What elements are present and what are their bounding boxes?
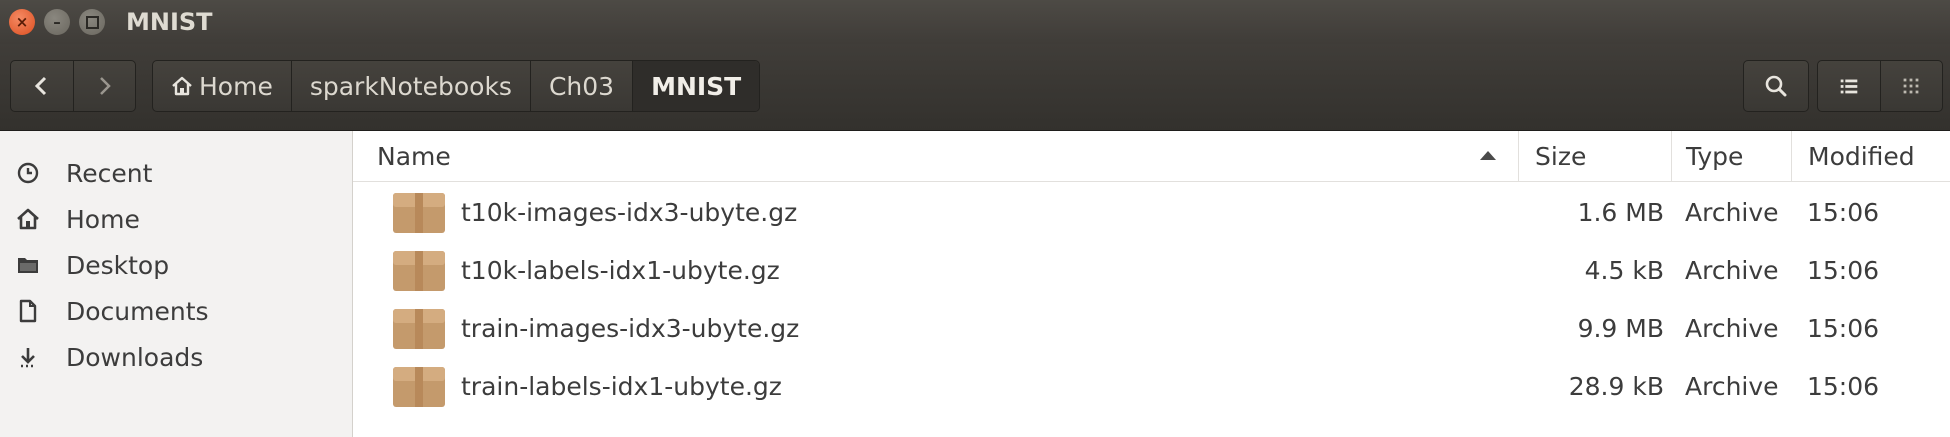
sidebar-item-label: Home xyxy=(66,204,140,234)
back-button[interactable] xyxy=(11,61,74,111)
list-view-icon xyxy=(1840,79,1858,94)
column-header-label: Name xyxy=(377,141,451,171)
breadcrumb-home[interactable]: Home xyxy=(153,61,292,111)
sidebar-item-desktop[interactable]: Desktop xyxy=(0,241,352,289)
file-type: Archive xyxy=(1685,313,1779,343)
document-icon xyxy=(14,297,42,325)
search-icon xyxy=(1765,75,1787,97)
breadcrumb-ch03[interactable]: Ch03 xyxy=(531,61,634,111)
file-modified: 15:06 xyxy=(1807,255,1880,285)
search-button[interactable] xyxy=(1743,60,1809,112)
file-manager-window: × – MNIST Home sparkNotebooks Ch03 MNIST… xyxy=(0,0,1950,437)
sidebar-item-label: Downloads xyxy=(66,342,204,372)
sidebar-item-label: Documents xyxy=(66,296,209,326)
sort-ascending-icon xyxy=(1480,151,1496,160)
file-size: 1.6 MB xyxy=(1577,197,1664,227)
maximize-icon xyxy=(85,15,99,29)
archive-icon xyxy=(393,193,445,233)
home-icon xyxy=(14,205,42,233)
breadcrumb-mnist[interactable]: MNIST xyxy=(633,61,760,111)
column-header-name[interactable]: Name xyxy=(353,131,1518,181)
file-name: train-images-idx3-ubyte.gz xyxy=(461,313,800,343)
window-title: MNIST xyxy=(126,8,213,36)
chevron-right-icon xyxy=(100,77,111,95)
minimize-window-button[interactable]: – xyxy=(44,9,70,35)
sidebar-item-label: Desktop xyxy=(66,250,170,280)
archive-icon xyxy=(393,367,445,407)
column-header: Name Size Type Modified xyxy=(353,131,1950,182)
archive-icon xyxy=(393,309,445,349)
table-row[interactable]: train-labels-idx1-ubyte.gz 28.9 kB Archi… xyxy=(353,357,1950,415)
column-header-modified[interactable]: Modified xyxy=(1791,131,1950,181)
minimize-icon: – xyxy=(53,13,61,31)
file-modified: 15:06 xyxy=(1807,313,1880,343)
file-type: Archive xyxy=(1685,255,1779,285)
clock-icon xyxy=(14,159,42,187)
table-row[interactable]: t10k-labels-idx1-ubyte.gz 4.5 kB Archive… xyxy=(353,241,1950,299)
toolbar: Home sparkNotebooks Ch03 MNIST xyxy=(0,44,1950,131)
sidebar-item-documents[interactable]: Documents xyxy=(0,287,352,335)
file-type: Archive xyxy=(1685,197,1779,227)
list-view-button[interactable] xyxy=(1818,61,1881,111)
download-icon xyxy=(14,343,42,371)
column-header-size[interactable]: Size xyxy=(1518,131,1671,181)
file-size: 28.9 kB xyxy=(1568,371,1664,401)
file-size: 4.5 kB xyxy=(1584,255,1664,285)
grid-view-button[interactable] xyxy=(1880,61,1942,111)
archive-icon xyxy=(393,251,445,291)
file-modified: 15:06 xyxy=(1807,197,1880,227)
grid-view-icon xyxy=(1903,78,1919,94)
sidebar-item-home[interactable]: Home xyxy=(0,195,352,243)
maximize-window-button[interactable] xyxy=(79,9,105,35)
file-type: Archive xyxy=(1685,371,1779,401)
column-header-type[interactable]: Type xyxy=(1671,131,1791,181)
view-mode-buttons xyxy=(1817,60,1943,112)
file-size: 9.9 MB xyxy=(1577,313,1664,343)
breadcrumb-sparknotebooks[interactable]: sparkNotebooks xyxy=(292,61,531,111)
table-row[interactable]: t10k-images-idx3-ubyte.gz 1.6 MB Archive… xyxy=(353,183,1950,241)
file-list: Name Size Type Modified t10k-images-idx3… xyxy=(353,131,1950,437)
sidebar: Recent Home Desktop Documents Downloads xyxy=(0,131,353,437)
close-icon: × xyxy=(15,13,29,31)
folder-icon xyxy=(14,251,42,279)
table-row[interactable]: train-images-idx3-ubyte.gz 9.9 MB Archiv… xyxy=(353,299,1950,357)
breadcrumb-label: Home xyxy=(199,71,273,101)
file-modified: 15:06 xyxy=(1807,371,1880,401)
file-name: t10k-labels-idx1-ubyte.gz xyxy=(461,255,780,285)
sidebar-item-downloads[interactable]: Downloads xyxy=(0,333,352,381)
navigation-buttons xyxy=(10,60,136,112)
title-bar: × – MNIST xyxy=(0,0,1950,44)
breadcrumb: Home sparkNotebooks Ch03 MNIST xyxy=(152,60,761,112)
chevron-left-icon xyxy=(34,76,47,96)
sidebar-item-label: Recent xyxy=(66,158,153,188)
sidebar-item-recent[interactable]: Recent xyxy=(0,149,352,197)
close-window-button[interactable]: × xyxy=(9,9,35,35)
forward-button[interactable] xyxy=(73,61,135,111)
home-icon xyxy=(172,76,192,96)
file-name: t10k-images-idx3-ubyte.gz xyxy=(461,197,798,227)
file-name: train-labels-idx1-ubyte.gz xyxy=(461,371,782,401)
